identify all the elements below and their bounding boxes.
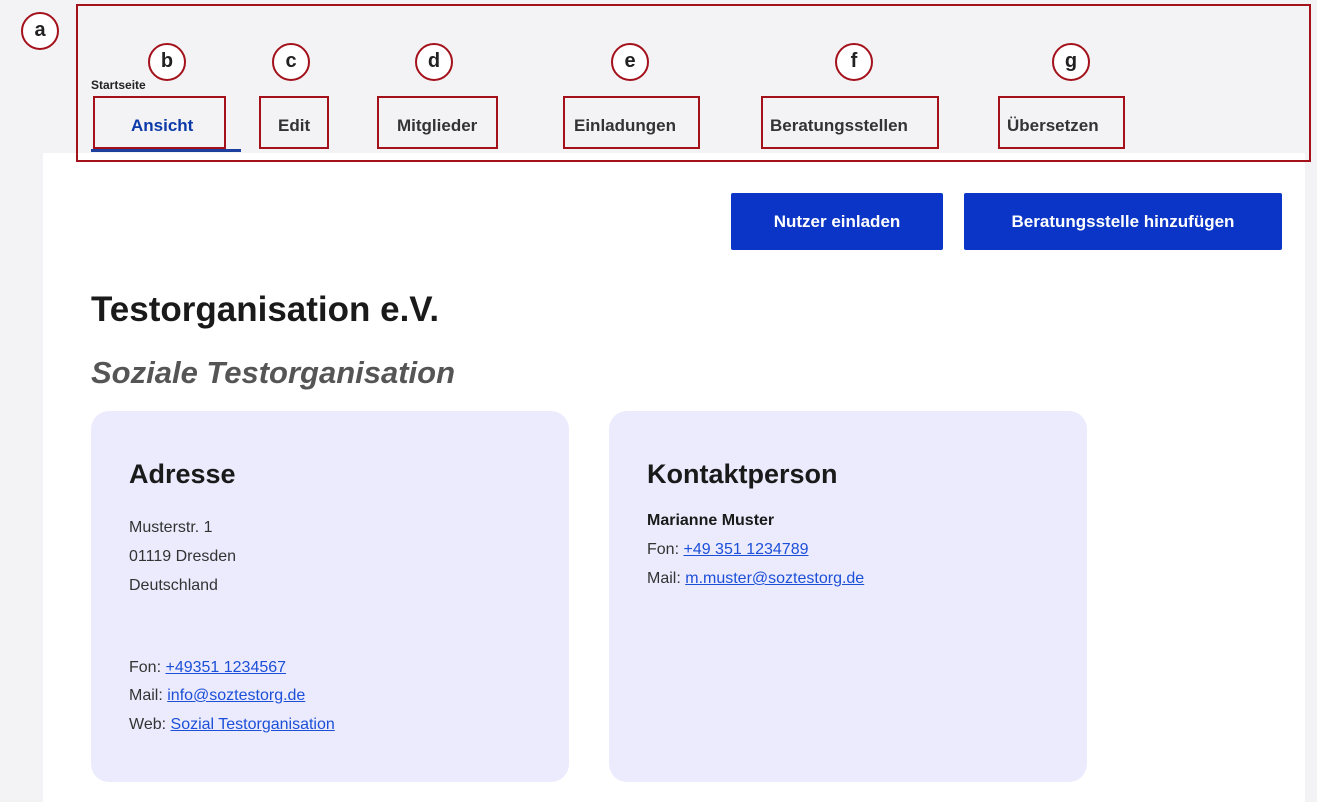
annotation-box-e xyxy=(563,96,700,149)
contact-mail-label: Mail: xyxy=(647,570,681,587)
mail-link[interactable]: info@soztestorg.de xyxy=(167,687,305,704)
annotation-label-f: f xyxy=(835,43,873,81)
invite-user-button[interactable]: Nutzer einladen xyxy=(731,193,943,250)
phone-link[interactable]: +49351 1234567 xyxy=(165,659,286,676)
contact-phone-link[interactable]: +49 351 1234789 xyxy=(683,541,808,558)
annotation-label-d: d xyxy=(415,43,453,81)
address-phone-row: Fon: +49351 1234567 xyxy=(129,659,286,677)
address-mail-row: Mail: info@soztestorg.de xyxy=(129,687,305,705)
contact-mail-row: Mail: m.muster@soztestorg.de xyxy=(647,570,864,588)
address-card: Adresse Musterstr. 1 01119 Dresden Deuts… xyxy=(91,411,569,782)
add-office-button[interactable]: Beratungsstelle hinzufügen xyxy=(964,193,1282,250)
address-heading: Adresse xyxy=(129,459,236,489)
page-subtitle: Soziale Testorganisation xyxy=(91,355,456,390)
mail-label: Mail: xyxy=(129,687,163,704)
address-web-row: Web: Sozial Testorganisation xyxy=(129,716,335,734)
web-label: Web: xyxy=(129,716,167,733)
annotation-label-e: e xyxy=(611,43,649,81)
annotation-box-c xyxy=(259,96,329,149)
annotation-label-a: a xyxy=(21,12,59,50)
page-title: Testorganisation e.V. xyxy=(91,290,440,329)
annotation-box-d xyxy=(377,96,498,149)
contact-phone-row: Fon: +49 351 1234789 xyxy=(647,541,808,559)
annotation-box-f xyxy=(761,96,939,149)
contact-mail-link[interactable]: m.muster@soztestorg.de xyxy=(685,570,864,587)
contact-heading: Kontaktperson xyxy=(647,459,838,489)
address-city: 01119 Dresden xyxy=(129,548,237,565)
address-country: Deutschland xyxy=(129,577,218,594)
address-street: Musterstr. 1 xyxy=(129,519,213,536)
contact-phone-label: Fon: xyxy=(647,541,680,558)
annotation-label-c: c xyxy=(272,43,310,81)
phone-label: Fon: xyxy=(129,659,162,676)
contact-name: Marianne Muster xyxy=(647,512,775,529)
annotation-label-g: g xyxy=(1052,43,1090,81)
web-link[interactable]: Sozial Testorganisation xyxy=(171,716,335,733)
contact-card: Kontaktperson Marianne Muster Fon: +49 3… xyxy=(609,411,1087,782)
annotation-label-b: b xyxy=(148,43,186,81)
annotation-box-g xyxy=(998,96,1125,149)
annotation-box-b xyxy=(93,96,226,149)
